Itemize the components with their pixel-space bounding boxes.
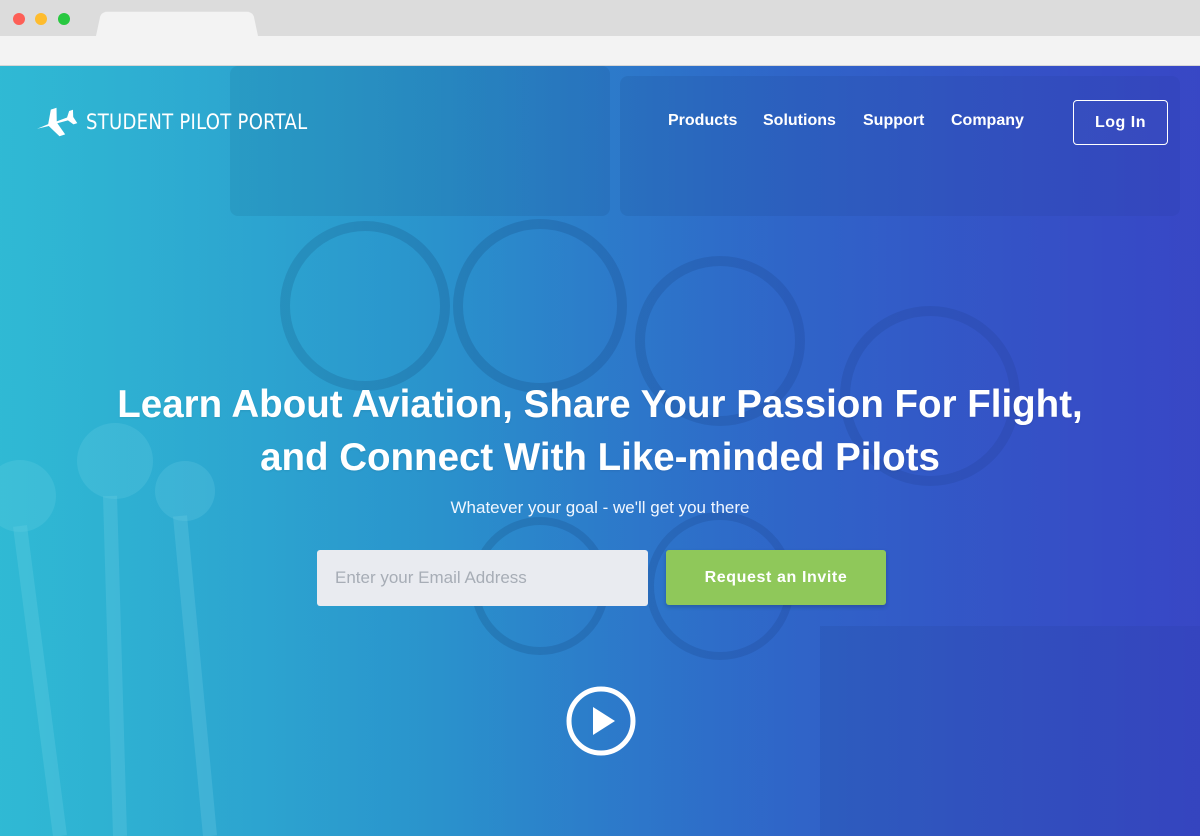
hero-headline-line1: Learn About Aviation, Share Your Passion… [117, 383, 1083, 426]
browser-address-strip [0, 36, 1200, 66]
nav-link-support[interactable]: Support [863, 112, 924, 130]
minimize-window-button[interactable] [35, 13, 47, 25]
hero-subtitle: Whatever your goal - we'll get you there [450, 498, 750, 517]
nav-link-solutions[interactable]: Solutions [763, 112, 836, 130]
login-button[interactable]: Log In [1073, 100, 1168, 145]
email-input[interactable] [317, 550, 648, 606]
hero-headline: Learn About Aviation, Share Your Passion… [0, 378, 1200, 484]
browser-titlebar [0, 0, 1200, 36]
close-window-button[interactable] [13, 13, 25, 25]
main-nav: Products Solutions Support Company [0, 112, 1200, 132]
nav-link-company[interactable]: Company [951, 112, 1024, 130]
play-icon[interactable] [565, 685, 637, 757]
request-invite-button[interactable]: Request an Invite [666, 550, 886, 605]
hero-headline-line2: and Connect With Like-minded Pilots [260, 436, 940, 479]
maximize-window-button[interactable] [58, 13, 70, 25]
browser-tab[interactable] [96, 11, 258, 36]
nav-link-products[interactable]: Products [668, 112, 737, 130]
hero-section: STUDENT PILOT PORTAL Products Solutions … [0, 66, 1200, 836]
